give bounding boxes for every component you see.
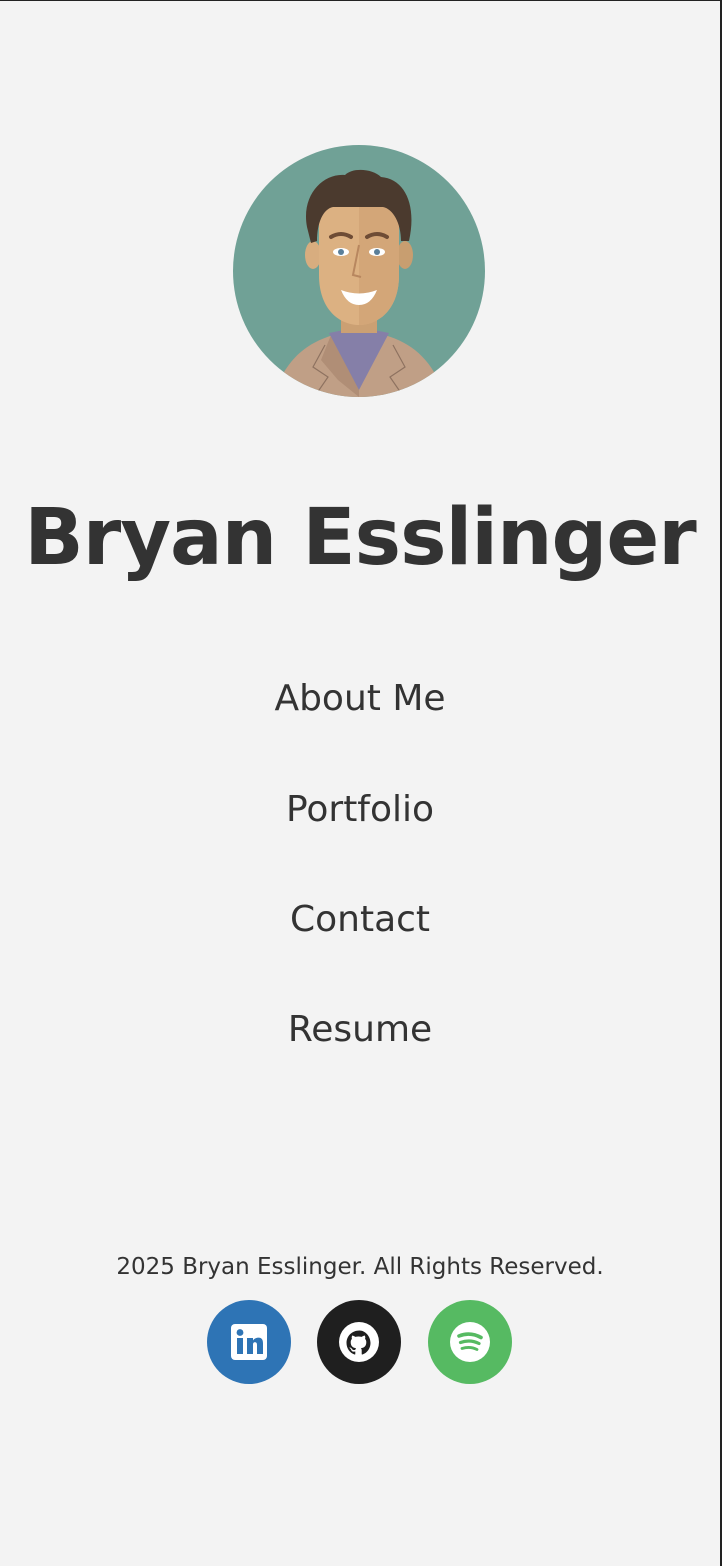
copyright-text: 2025 Bryan Esslinger. All Rights Reserve…	[116, 1254, 604, 1280]
nav-link-about-me[interactable]: About Me	[0, 674, 720, 724]
github-icon	[339, 1322, 379, 1362]
avatar	[233, 145, 485, 397]
cartoon-man-avatar-icon	[233, 145, 485, 397]
spotify-icon	[450, 1322, 490, 1362]
nav-link-portfolio[interactable]: Portfolio	[0, 785, 720, 835]
linkedin-icon	[231, 1324, 267, 1360]
github-button[interactable]	[317, 1300, 401, 1384]
nav-link-contact[interactable]: Contact	[0, 895, 720, 945]
page-title: Bryan Esslinger	[24, 493, 696, 583]
spotify-button[interactable]	[428, 1300, 512, 1384]
linkedin-button[interactable]	[207, 1300, 291, 1384]
nav-link-resume[interactable]: Resume	[0, 1005, 720, 1055]
